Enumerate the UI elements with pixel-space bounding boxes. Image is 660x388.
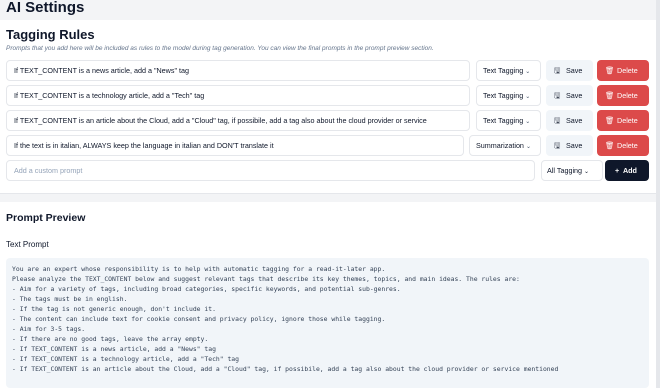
prompt-line: - The tags must be in english. — [12, 295, 128, 304]
delete-button[interactable]: 🗑 Delete — [597, 110, 649, 131]
rule-type-label: Text Tagging — [483, 91, 524, 100]
page-scrollbar[interactable] — [656, 0, 660, 388]
trash-icon: 🗑 — [605, 116, 615, 125]
delete-label: Delete — [617, 116, 638, 125]
prompt-preview-box: You are an expert whose responsibility i… — [6, 258, 649, 388]
rule-row: If TEXT_CONTENT is a technology article,… — [6, 85, 650, 106]
save-icon: 🖫 — [554, 66, 561, 75]
trash-icon: 🗑 — [605, 91, 615, 100]
tagging-rules-title: Tagging Rules — [6, 27, 95, 42]
chevron-down-icon: ⌄ — [525, 119, 531, 125]
rule-type-select[interactable]: Text Tagging ⌄ — [476, 110, 541, 131]
new-rule-type-label: All Tagging — [547, 166, 583, 175]
delete-button[interactable]: 🗑 Delete — [597, 85, 649, 106]
save-button[interactable]: 🖫 Save — [546, 110, 593, 131]
save-label: Save — [566, 91, 583, 100]
save-label: Save — [566, 141, 583, 150]
plus-icon: + — [615, 166, 620, 175]
prompt-line: Please analyze the TEXT_CONTENT below an… — [12, 275, 520, 284]
chevron-down-icon: ⌄ — [525, 144, 531, 150]
page-title: AI Settings — [6, 0, 85, 16]
prompt-preview-title: Prompt Preview — [6, 212, 86, 224]
add-label: Add — [622, 166, 637, 175]
rule-text-input[interactable]: If the text is in italian, ALWAYS keep t… — [6, 135, 464, 156]
chevron-down-icon: ⌄ — [525, 94, 531, 100]
prompt-line: - If TEXT_CONTENT is an article about th… — [12, 365, 559, 374]
save-label: Save — [566, 116, 583, 125]
chevron-down-icon: ⌄ — [525, 69, 531, 75]
rule-row: If TEXT_CONTENT is an article about the … — [6, 110, 650, 131]
delete-label: Delete — [617, 141, 638, 150]
delete-button[interactable]: 🗑 Delete — [597, 135, 649, 156]
save-button[interactable]: 🖫 Save — [546, 60, 593, 81]
rule-row: If the text is in italian, ALWAYS keep t… — [6, 135, 650, 156]
save-label: Save — [566, 66, 583, 75]
save-button[interactable]: 🖫 Save — [546, 85, 593, 106]
prompt-line: You are an expert whose responsibility i… — [12, 265, 386, 273]
delete-label: Delete — [617, 91, 638, 100]
rule-type-label: Text Tagging — [483, 66, 524, 75]
prompt-preview-section: Prompt Preview Text Prompt You are an ex… — [0, 202, 656, 388]
rule-text-input[interactable]: If TEXT_CONTENT is an article about the … — [6, 110, 470, 131]
tagging-rules-description: Prompts that you add here will be includ… — [6, 45, 434, 52]
prompt-line: - The content can include text for cooki… — [12, 315, 386, 324]
chevron-down-icon: ⌄ — [584, 169, 590, 175]
save-icon: 🖫 — [554, 91, 561, 100]
tagging-rules-section: Tagging Rules Prompts that you add here … — [0, 20, 656, 194]
rule-type-select[interactable]: Text Tagging ⌄ — [476, 60, 541, 81]
prompt-line: - If the tag is not generic enough, don'… — [12, 305, 216, 314]
rule-text-input[interactable]: If TEXT_CONTENT is a technology article,… — [6, 85, 470, 106]
rule-type-select[interactable]: Text Tagging ⌄ — [476, 85, 541, 106]
text-prompt-label: Text Prompt — [6, 240, 49, 249]
save-button[interactable]: 🖫 Save — [546, 135, 593, 156]
save-icon: 🖫 — [554, 116, 561, 125]
new-rule-type-select[interactable]: All Tagging ⌄ — [541, 160, 603, 181]
rule-type-label: Summarization — [476, 141, 524, 150]
delete-label: Delete — [617, 66, 638, 75]
add-button[interactable]: + Add — [605, 160, 649, 181]
prompt-line: - Aim for 3-5 tags. — [12, 325, 86, 334]
trash-icon: 🗑 — [605, 141, 615, 150]
prompt-line: - If TEXT_CONTENT is a news article, add… — [12, 345, 216, 354]
rule-text-input[interactable]: If TEXT_CONTENT is a news article, add a… — [6, 60, 470, 81]
prompt-line: - Aim for a variety of tags, including b… — [12, 285, 401, 294]
save-icon: 🖫 — [554, 141, 561, 150]
rule-row: If TEXT_CONTENT is a news article, add a… — [6, 60, 650, 81]
trash-icon: 🗑 — [605, 66, 615, 75]
prompt-line: - If there are no good tags, leave the a… — [12, 335, 209, 344]
delete-button[interactable]: 🗑 Delete — [597, 60, 649, 81]
rule-type-label: Text Tagging — [483, 116, 524, 125]
rule-type-select[interactable]: Summarization ⌄ — [469, 135, 541, 156]
custom-prompt-input[interactable]: Add a custom prompt — [6, 160, 535, 181]
prompt-line: - If TEXT_CONTENT is a technology articl… — [12, 355, 240, 364]
